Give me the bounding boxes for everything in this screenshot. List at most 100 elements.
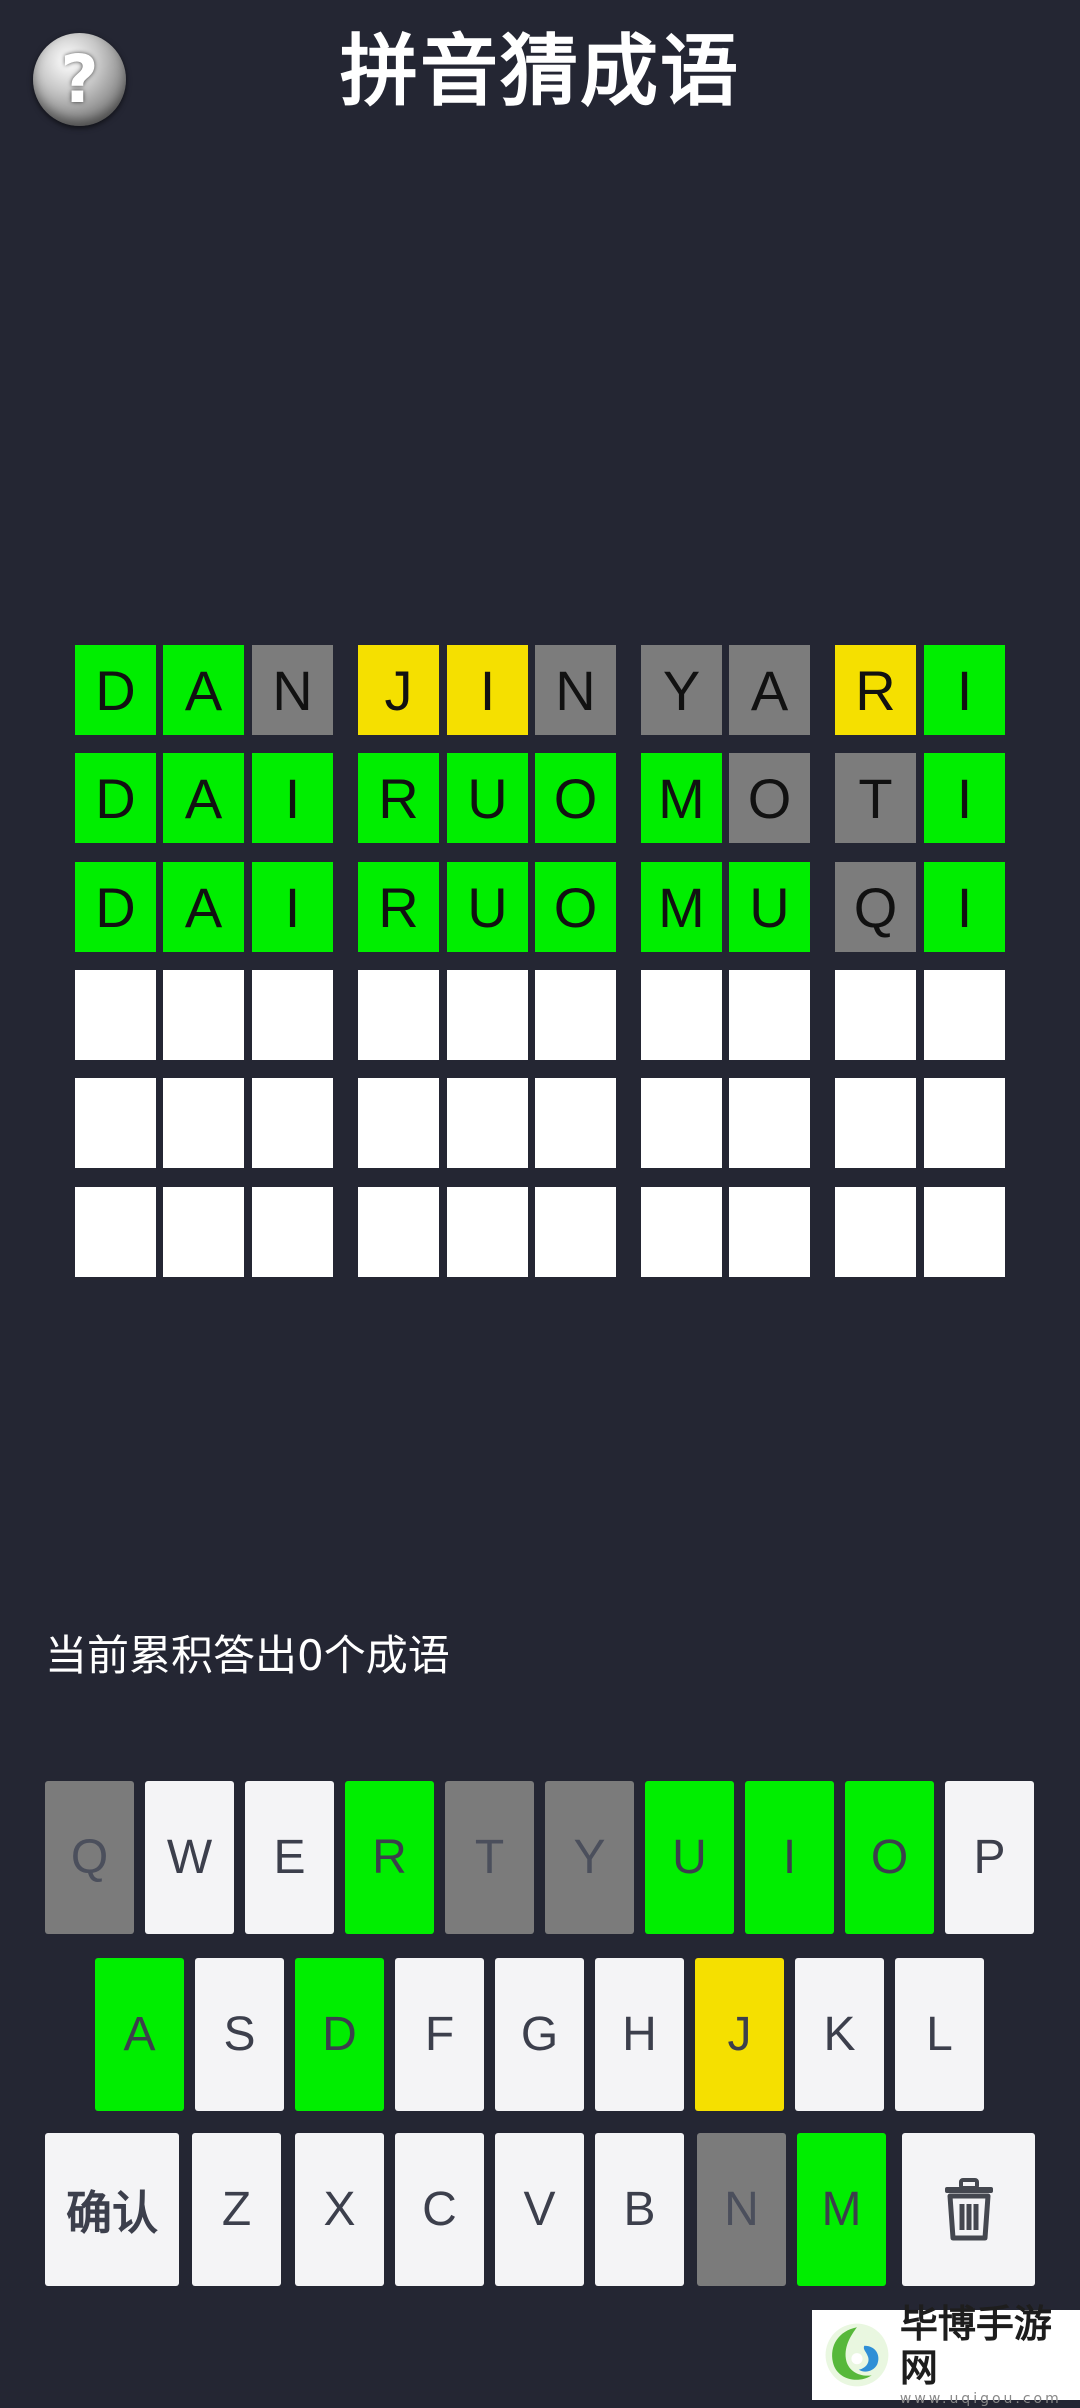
board-cell: J	[358, 645, 439, 735]
board-cell	[75, 1187, 156, 1277]
board-cell	[729, 1187, 810, 1277]
board-cell	[75, 1078, 156, 1168]
key-k[interactable]: K	[795, 1958, 884, 2111]
delete-key[interactable]	[902, 2133, 1035, 2286]
key-b[interactable]: B	[595, 2133, 684, 2286]
board-cell: U	[447, 862, 528, 952]
board-cell: I	[924, 753, 1005, 843]
board-row	[0, 1078, 1080, 1168]
board-cell: R	[358, 862, 439, 952]
board-cell	[535, 1187, 616, 1277]
key-h[interactable]: H	[595, 1958, 684, 2111]
board-cell: O	[535, 862, 616, 952]
board-cell	[358, 970, 439, 1060]
board-cell: I	[924, 645, 1005, 735]
confirm-key[interactable]: 确认	[45, 2133, 179, 2286]
key-r[interactable]: R	[345, 1781, 434, 1934]
key-v[interactable]: V	[495, 2133, 584, 2286]
board-cell: D	[75, 645, 156, 735]
watermark-logo-icon	[825, 2323, 889, 2387]
board-cell	[535, 970, 616, 1060]
key-y[interactable]: Y	[545, 1781, 634, 1934]
key-o[interactable]: O	[845, 1781, 934, 1934]
key-d[interactable]: D	[295, 1958, 384, 2111]
key-l[interactable]: L	[895, 1958, 984, 2111]
board-cell: N	[535, 645, 616, 735]
board-cell: A	[729, 645, 810, 735]
board-row: DAIRUOMOTI	[0, 753, 1080, 843]
board-cell	[252, 1078, 333, 1168]
board-cell	[252, 970, 333, 1060]
key-q[interactable]: Q	[45, 1781, 134, 1934]
board-cell: U	[447, 753, 528, 843]
key-p[interactable]: P	[945, 1781, 1034, 1934]
board-cell: I	[252, 862, 333, 952]
board-cell	[835, 1187, 916, 1277]
board-cell	[729, 1078, 810, 1168]
watermark: 毕博手游网 www.uqigou.com	[812, 2302, 1080, 2407]
trash-icon	[944, 2177, 993, 2240]
board-cell: U	[729, 862, 810, 952]
page-title: 拼音猜成语	[339, 27, 740, 117]
board-cell: A	[163, 862, 244, 952]
board-cell: D	[75, 753, 156, 843]
key-s[interactable]: S	[195, 1958, 284, 2111]
board-row	[0, 1187, 1080, 1277]
board-cell	[358, 1078, 439, 1168]
board-cell	[924, 970, 1005, 1060]
board-cell: O	[535, 753, 616, 843]
board-cell	[835, 970, 916, 1060]
key-z[interactable]: Z	[192, 2133, 281, 2286]
key-t[interactable]: T	[445, 1781, 534, 1934]
board-cell	[163, 1078, 244, 1168]
board-cell	[358, 1187, 439, 1277]
board-cell	[835, 1078, 916, 1168]
key-e[interactable]: E	[245, 1781, 334, 1934]
board-cell: M	[641, 862, 722, 952]
board-cell	[252, 1187, 333, 1277]
board-cell: D	[75, 862, 156, 952]
board-cell: Q	[835, 862, 916, 952]
board-cell	[535, 1078, 616, 1168]
board-row: DAIRUOMUQI	[0, 862, 1080, 952]
board-cell: R	[358, 753, 439, 843]
key-j[interactable]: J	[695, 1958, 784, 2111]
board-cell	[924, 1187, 1005, 1277]
key-m[interactable]: M	[797, 2133, 886, 2286]
key-f[interactable]: F	[395, 1958, 484, 2111]
board-cell: A	[163, 753, 244, 843]
board-cell	[641, 970, 722, 1060]
score-text: 当前累积答出0个成语	[45, 1631, 450, 1680]
key-a[interactable]: A	[95, 1958, 184, 2111]
board-cell	[924, 1078, 1005, 1168]
board-cell: A	[163, 645, 244, 735]
board-cell	[163, 1187, 244, 1277]
board-row: DANJINYARI	[0, 645, 1080, 735]
board-cell: M	[641, 753, 722, 843]
board-cell	[447, 970, 528, 1060]
board-cell	[75, 970, 156, 1060]
board-cell: O	[729, 753, 810, 843]
board-cell: N	[252, 645, 333, 735]
board-cell: Y	[641, 645, 722, 735]
board-cell	[447, 1187, 528, 1277]
board-cell	[641, 1078, 722, 1168]
board-cell: I	[447, 645, 528, 735]
key-g[interactable]: G	[495, 1958, 584, 2111]
board-row	[0, 970, 1080, 1060]
board-cell: R	[835, 645, 916, 735]
board-cell	[641, 1187, 722, 1277]
board-cell	[729, 970, 810, 1060]
key-w[interactable]: W	[145, 1781, 234, 1934]
board-cell	[163, 970, 244, 1060]
board-cell: I	[252, 753, 333, 843]
key-x[interactable]: X	[295, 2133, 384, 2286]
board-cell: T	[835, 753, 916, 843]
watermark-title: 毕博手游网	[899, 2302, 1052, 2390]
board-cell: I	[924, 862, 1005, 952]
key-c[interactable]: C	[395, 2133, 484, 2286]
key-n[interactable]: N	[697, 2133, 786, 2286]
key-i[interactable]: I	[745, 1781, 834, 1934]
key-u[interactable]: U	[645, 1781, 734, 1934]
watermark-url: www.uqigou.com	[899, 2391, 1062, 2407]
